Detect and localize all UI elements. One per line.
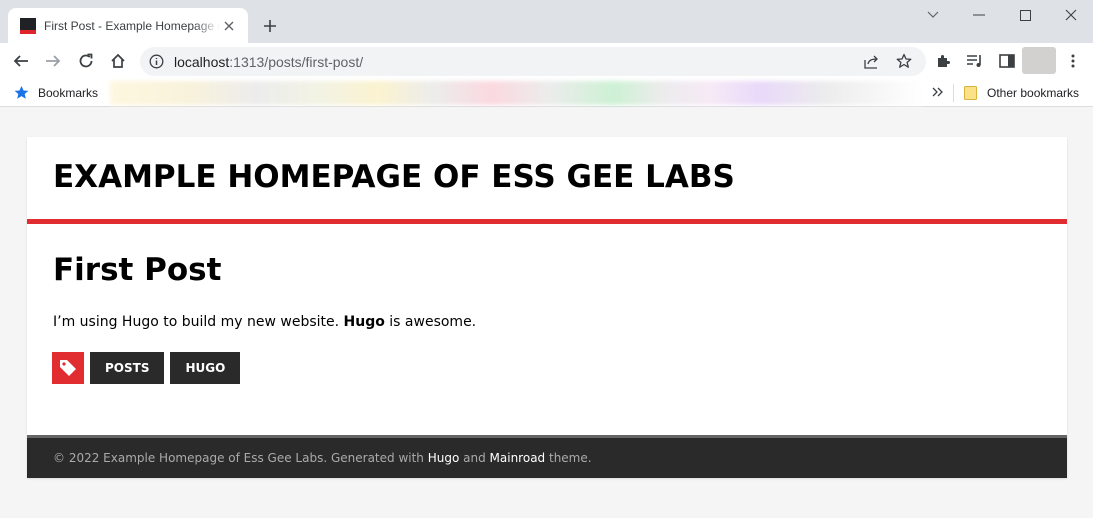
footer-middle: and bbox=[459, 451, 490, 465]
tab-close-icon[interactable] bbox=[220, 17, 238, 35]
more-bookmarks-chevron-icon[interactable] bbox=[932, 87, 943, 97]
footer-prefix: © 2022 Example Homepage of Ess Gee Labs.… bbox=[53, 451, 428, 465]
post-tags: POSTS HUGO bbox=[52, 352, 246, 384]
tag-icon bbox=[52, 352, 84, 384]
page-viewport: EXAMPLE HOMEPAGE OF ESS GEE LABS First P… bbox=[0, 108, 1093, 518]
header-accent-line bbox=[27, 219, 1067, 224]
post-text-start: I’m using Hugo to build my new website. bbox=[53, 314, 344, 330]
forward-arrow-icon[interactable] bbox=[41, 49, 65, 73]
tag-hugo[interactable]: HUGO bbox=[170, 352, 241, 384]
footer-mainroad-link[interactable]: Mainroad bbox=[490, 451, 546, 465]
folder-icon bbox=[964, 86, 977, 100]
url-path: :1313/posts/first-post/ bbox=[229, 54, 364, 70]
extensions-puzzle-icon[interactable] bbox=[931, 49, 955, 73]
post-text-end: is awesome. bbox=[384, 314, 477, 330]
share-icon[interactable] bbox=[864, 54, 880, 69]
tab-search-chevron-icon[interactable] bbox=[918, 4, 948, 26]
home-icon[interactable] bbox=[106, 49, 130, 73]
new-tab-plus-icon[interactable] bbox=[258, 14, 282, 38]
bookmarks-bar: Bookmarks Other bookmarks bbox=[0, 79, 1093, 107]
footer-hugo-link[interactable]: Hugo bbox=[428, 451, 460, 465]
minimize-icon[interactable] bbox=[964, 4, 994, 26]
reading-list-icon[interactable] bbox=[963, 49, 987, 73]
browser-titlebar: First Post - Example Homepage of Ess Gee… bbox=[0, 0, 1093, 44]
address-bar[interactable]: localhost:1313/posts/first-post/ bbox=[140, 47, 926, 76]
browser-tab[interactable]: First Post - Example Homepage of Ess Gee… bbox=[8, 8, 248, 44]
bookmarks-star-icon bbox=[14, 85, 29, 100]
bookmark-star-icon[interactable] bbox=[896, 53, 912, 69]
profile-avatar[interactable] bbox=[1022, 47, 1056, 74]
url-text[interactable]: localhost:1313/posts/first-post/ bbox=[174, 54, 363, 70]
bookmarks-divider bbox=[953, 84, 954, 102]
tab-title: First Post - Example Homepage of Ess Gee… bbox=[44, 19, 220, 33]
site-title-link[interactable]: EXAMPLE HOMEPAGE OF ESS GEE LABS bbox=[53, 159, 735, 195]
url-host: localhost bbox=[174, 54, 230, 70]
post-text-bold: Hugo bbox=[343, 314, 385, 330]
bookmarks-label[interactable]: Bookmarks bbox=[38, 86, 98, 100]
site-container: EXAMPLE HOMEPAGE OF ESS GEE LABS First P… bbox=[27, 137, 1067, 478]
maximize-icon[interactable] bbox=[1010, 4, 1040, 26]
post-title: First Post bbox=[53, 252, 222, 288]
footer-suffix: theme. bbox=[545, 451, 592, 465]
other-bookmarks-label[interactable]: Other bookmarks bbox=[987, 86, 1079, 100]
reload-icon[interactable] bbox=[74, 49, 98, 73]
tag-posts[interactable]: POSTS bbox=[90, 352, 165, 384]
site-favicon-icon bbox=[20, 18, 36, 34]
post-content: I’m using Hugo to build my new website. … bbox=[53, 314, 476, 330]
side-panel-icon[interactable] bbox=[995, 49, 1019, 73]
browser-toolbar: localhost:1313/posts/first-post/ bbox=[0, 43, 1093, 79]
back-arrow-icon[interactable] bbox=[9, 49, 33, 73]
blurred-bookmarks-strip bbox=[110, 81, 922, 105]
window-close-icon[interactable] bbox=[1056, 4, 1086, 26]
site-info-icon[interactable] bbox=[149, 54, 164, 69]
site-footer: © 2022 Example Homepage of Ess Gee Labs.… bbox=[27, 435, 1067, 478]
footer-copyright: © 2022 Example Homepage of Ess Gee Labs.… bbox=[53, 451, 592, 465]
browser-menu-icon[interactable] bbox=[1061, 49, 1085, 73]
